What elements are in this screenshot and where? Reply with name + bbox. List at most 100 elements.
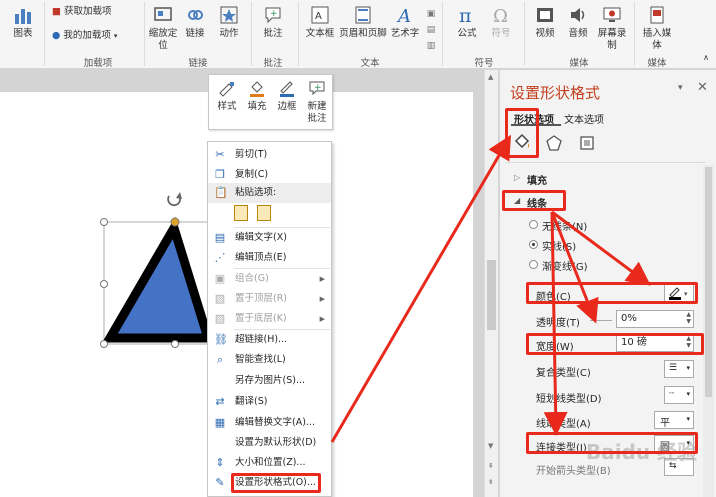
compound-type-dropdown[interactable]: ☰ ▾ [664,360,694,378]
group-separator [44,2,45,66]
svg-text:A: A [315,11,322,22]
size-properties-icon[interactable] [578,134,596,152]
scroll-up-icon[interactable]: ▲ [488,73,493,81]
highlight-fill-line-tab [505,108,539,158]
menu-item-translate[interactable]: ⇄ 翻译(S) [208,392,331,412]
scissors-icon: ✂ [215,148,225,161]
menu-item-smart-lookup[interactable]: ⌕ 智能查找(L) [208,350,331,370]
menu-item-set-default[interactable]: 设置为默认形状(D) [208,433,331,453]
menu-label: 编辑顶点(E) [235,252,287,263]
zoom-button[interactable]: 缩放定位 [148,4,178,52]
pane-options-icon[interactable]: ▾ [678,83,683,93]
video-button[interactable]: 视频 [530,4,560,40]
menu-item-save-picture[interactable]: 另存为图片(S)... [208,371,331,391]
get-addins-button[interactable]: ■ 获取加载项 [52,6,142,18]
edit-text-icon: ▤ [214,231,226,244]
gradient-line-label: 渐变线(G) [542,262,588,273]
comment-button[interactable]: + 批注 [258,4,288,40]
submenu-arrow-icon: ▶ [319,295,325,303]
symbol-button[interactable]: Ω 符号 [486,4,516,40]
get-addins-label: 获取加载项 [64,6,112,17]
cap-type-label: 线端类型(A) [536,419,591,430]
textbox-button[interactable]: A 文本框 [302,4,338,40]
paste-as-picture-icon[interactable] [257,205,272,221]
audio-button[interactable]: 音频 [563,4,593,40]
comment-icon: + [265,7,281,24]
scroll-thumb[interactable] [487,260,496,330]
new-comment-button[interactable]: + 新建批注 [303,79,331,125]
menu-label: 智能查找(L) [235,354,286,365]
wordart-label: 艺术字 [390,28,420,39]
header-footer-button[interactable]: 页眉和页脚 [338,4,388,40]
menu-item-bring-front[interactable]: ▧ 置于顶层(R) ▶ [208,289,331,309]
textbox-icon: A [311,6,329,24]
tab-text-options[interactable]: 文本选项 [564,111,604,126]
close-icon[interactable]: ✕ [697,80,708,95]
group-icon: ▣ [214,272,226,285]
menu-item-edit-alt-text[interactable]: ▦ 编辑替换文字(A)... [208,413,331,433]
menu-item-size-position[interactable]: ⇕ 大小和位置(Z)... [208,453,331,473]
hyperlink-icon: ⛓ [214,333,228,346]
menu-label: 超链接(H)... [235,334,288,345]
spinner-icon[interactable]: ▲ ▼ [686,311,691,325]
link-button[interactable]: 链接 [182,4,208,40]
border-button[interactable]: 边框 [273,79,301,113]
menu-item-hyperlink[interactable]: ⛓ 超链接(H)... [208,330,331,350]
equation-button[interactable]: π 公式 [452,4,482,40]
slide-scrollbar[interactable]: ▲ ▼ ⇞ ⇟ [484,70,498,497]
pane-scrollbar[interactable] [703,165,714,497]
no-line-radio[interactable] [529,220,538,229]
next-slide-icon[interactable]: ⇟ [488,478,494,486]
menu-item-cut[interactable]: ✂ 剪切(T) [208,145,331,165]
menu-item-send-back[interactable]: ▨ 置于底层(K) ▶ [208,309,331,329]
zoom-icon [154,7,172,21]
solid-line-radio[interactable] [529,240,538,249]
paste-keep-format-icon[interactable] [234,205,248,221]
prev-slide-icon[interactable]: ⇞ [488,462,494,470]
insert-media-button[interactable]: 插入媒体 [640,4,674,52]
resize-handle[interactable] [100,340,108,348]
svg-text:Ω: Ω [493,6,508,26]
screen-record-button[interactable]: 屏幕录制 [596,4,628,52]
group-separator [251,2,252,66]
resize-handle[interactable] [100,280,108,288]
menu-item-copy[interactable]: ❐ 复制(C) [208,165,331,185]
bring-front-icon: ▧ [214,292,226,305]
fill-button[interactable]: 填充 [243,79,271,113]
transparency-slider[interactable] [590,320,612,321]
chevron-down-icon: ▾ [686,390,690,398]
style-label: 样式 [217,101,237,112]
group-label-links: 链接 [188,58,208,69]
collapse-ribbon-icon[interactable]: ∧ [700,52,712,64]
menu-item-paste-options: 📋 粘贴选项: [208,183,331,203]
fill-section-header[interactable]: 填充 [527,172,547,187]
highlight-color-row [526,282,698,304]
style-button[interactable]: 样式 [213,79,241,113]
audio-label: 音频 [568,28,588,39]
chevron-right-icon[interactable]: ▷ [514,173,520,182]
adjust-handle[interactable] [170,217,180,227]
menu-item-edit-text[interactable]: ▤ 编辑文字(X) [208,228,331,248]
dash-type-label: 短划线类型(D) [536,394,602,405]
pentagon-effects-icon[interactable] [545,134,563,152]
rotate-handle-icon[interactable] [167,192,182,206]
menu-label: 编辑替换文字(A)... [235,417,315,428]
my-addins-button[interactable]: ● 我的加载项 ▾ [52,30,142,42]
wordart-button[interactable]: A 艺术字 [388,4,422,40]
resize-handle[interactable] [171,340,179,348]
pane-scroll-thumb[interactable] [705,167,712,397]
text-extra-buttons[interactable]: ▣ ▤ ▥ [424,6,438,54]
menu-item-edit-points[interactable]: ⋰ 编辑顶点(E) [208,248,331,268]
resize-handle[interactable] [100,218,108,226]
new-comment-label: 新建批注 [307,101,327,124]
transparency-input[interactable]: 0% ▲ ▼ [616,310,694,328]
dash-type-dropdown[interactable]: ┈ ▾ [664,386,694,404]
triangle-shape[interactable] [96,184,216,354]
chart-button[interactable]: 图表 [8,4,38,40]
menu-item-group[interactable]: ▣ 组合(G) ▶ [208,269,331,289]
wordart-icon: A [396,6,411,26]
gradient-line-radio[interactable] [529,260,538,269]
scroll-down-icon[interactable]: ▼ [488,442,493,450]
action-button[interactable]: 动作 [214,4,244,40]
cap-type-dropdown[interactable]: 平 ▾ [654,411,694,429]
